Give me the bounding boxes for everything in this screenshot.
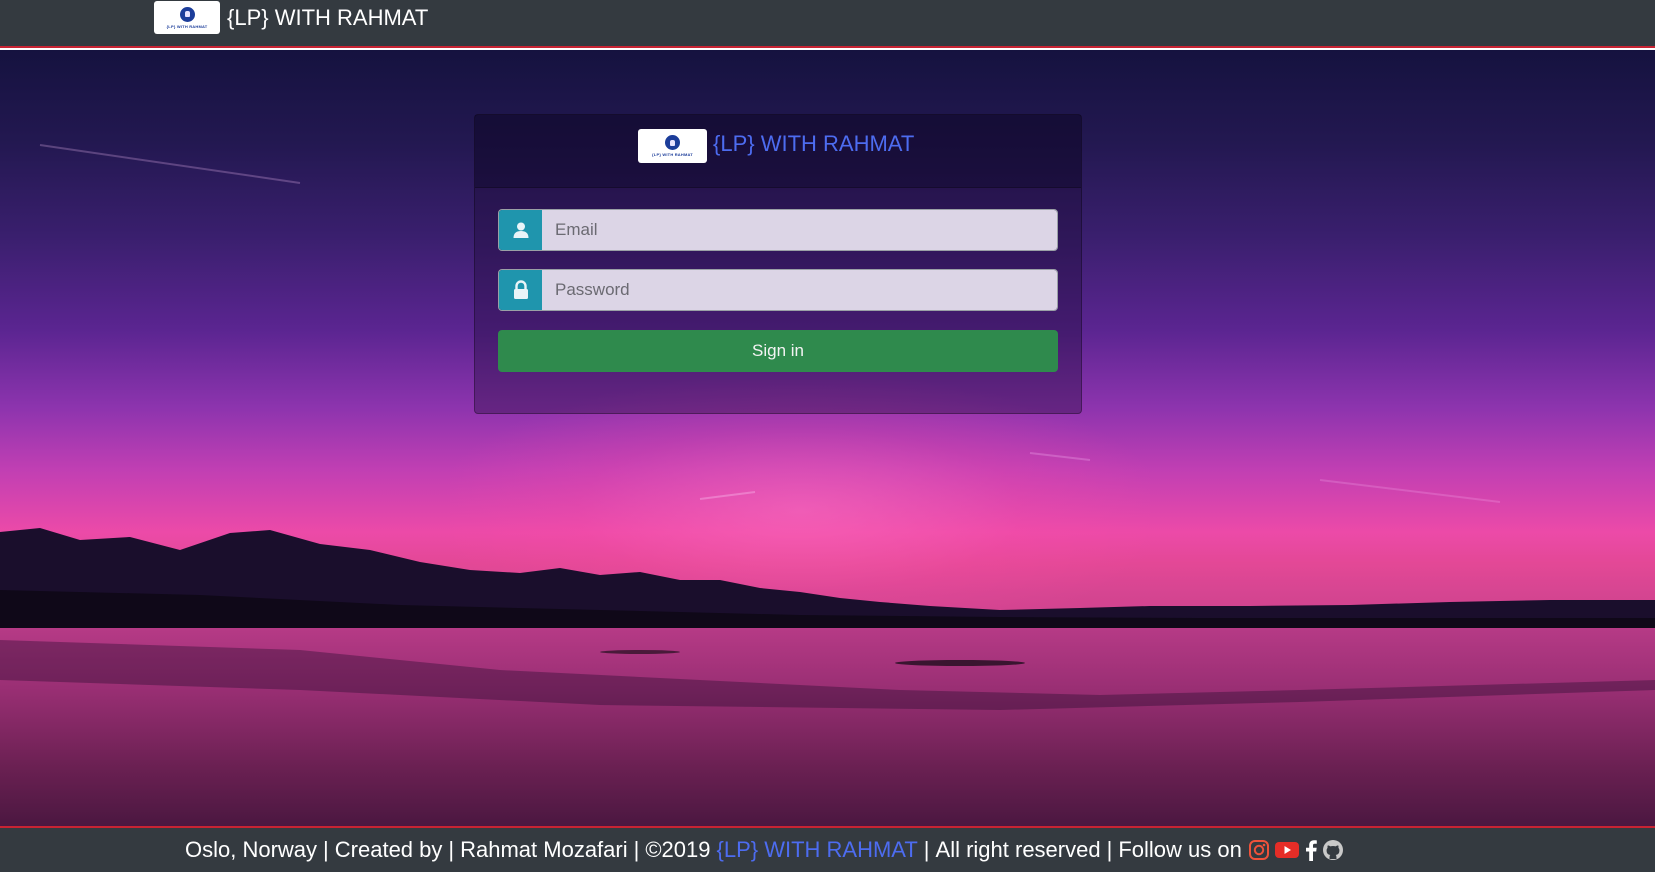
footer-brand-link[interactable]: {LP} WITH RAHMAT [717,837,918,863]
top-navbar: {LP} WITH RAHMAT {LP} WITH RAHMAT [0,0,1655,48]
footer-rights: All right reserved [935,837,1101,862]
user-icon [499,210,542,250]
footer-year: ©2019 [645,837,711,862]
sign-in-button[interactable]: Sign in [498,330,1058,372]
card-brand-title: {LP} WITH RAHMAT [713,131,915,156]
footer-author: Rahmat Mozafari [460,837,628,862]
email-field[interactable] [542,210,1057,250]
footer-created-by-label: Created by [334,837,443,862]
header-brand-link[interactable]: {LP} WITH RAHMAT [227,5,428,31]
footer-separator: | [323,837,329,862]
instagram-icon[interactable] [1248,839,1270,861]
email-input-group [498,209,1058,251]
password-field[interactable] [542,270,1057,310]
github-icon[interactable] [1322,839,1344,861]
social-links [1248,839,1348,861]
login-card-header: {LP} WITH RAHMAT {LP} WITH RAHMAT [475,115,1081,188]
youtube-icon[interactable] [1274,839,1300,861]
footer-separator: | [633,837,640,862]
login-card: {LP} WITH RAHMAT {LP} WITH RAHMAT Sign i… [474,114,1082,414]
footer: Oslo, Norway | Created by | Rahmat Mozaf… [0,826,1655,872]
card-logo: {LP} WITH RAHMAT [638,129,707,163]
footer-follow-label: Follow us on [1118,837,1242,862]
facebook-icon[interactable] [1304,839,1318,861]
logo-bulb-icon [179,6,195,22]
footer-separator: | [1106,837,1113,862]
logo-bulb-icon [665,135,680,150]
lock-icon [499,270,542,310]
logo-text: {LP} WITH RAHMAT [652,152,693,157]
logo-text: {LP} WITH RAHMAT [166,23,208,29]
footer-location: Oslo, Norway [185,837,318,862]
header-logo[interactable]: {LP} WITH RAHMAT [154,1,220,34]
footer-separator: | [448,837,455,862]
footer-separator: | [923,837,930,862]
password-input-group [498,269,1058,311]
